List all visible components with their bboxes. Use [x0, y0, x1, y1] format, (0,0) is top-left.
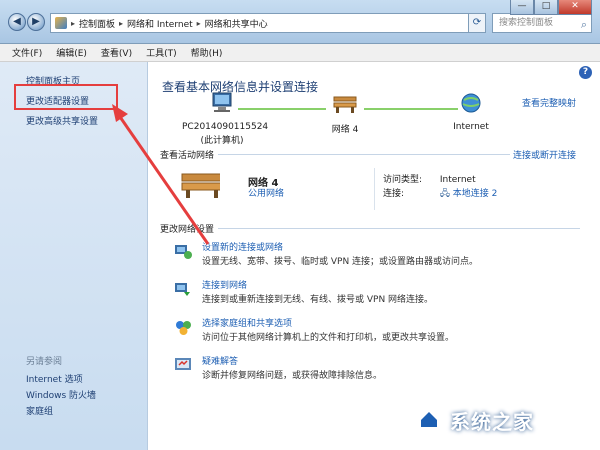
connection-label: 连接:: [383, 189, 405, 199]
task-description: 访问位于其他网络计算机上的文件和打印机，或更改共享设置。: [202, 333, 455, 343]
connection-row: 连接: 🖧 本地连接 2: [383, 186, 497, 202]
forward-button[interactable]: ▶: [27, 13, 45, 31]
close-button[interactable]: ✕: [558, 0, 592, 15]
bench-icon: [181, 173, 220, 198]
connection-line: [238, 108, 326, 110]
task-title[interactable]: 疑难解答: [202, 354, 238, 367]
control-panel-icon: [55, 17, 67, 29]
task-description: 设置无线、宽带、拨号、临时或 VPN 连接；或设置路由器或访问点。: [202, 257, 479, 267]
diagram-internet-label: Internet: [453, 122, 489, 132]
menu-file[interactable]: 文件(F): [12, 46, 42, 59]
section-divider: [218, 154, 510, 155]
back-button[interactable]: ◀: [8, 13, 26, 31]
watermark-text: 系统之家: [450, 410, 534, 434]
menu-view[interactable]: 查看(V): [101, 46, 132, 59]
highlight-box: [14, 84, 118, 110]
access-type-value: Internet: [439, 175, 476, 185]
globe-icon[interactable]: [460, 92, 482, 114]
connect-network-icon: [175, 283, 190, 296]
connection-line: [364, 108, 458, 110]
refresh-button[interactable]: ⟳: [468, 13, 486, 33]
access-type-label: 访问类型:: [383, 175, 423, 185]
computer-name: PC2014090115524: [182, 122, 269, 132]
bench-icon[interactable]: [332, 92, 358, 114]
help-icon[interactable]: ?: [579, 66, 592, 79]
homegroup-icon: [176, 321, 191, 335]
sidebar-item-firewall[interactable]: Windows 防火墙: [26, 388, 96, 401]
troubleshoot-icon: [175, 358, 191, 370]
adapter-icon: 🖧: [439, 189, 450, 199]
breadcrumb-network-internet[interactable]: 网络和 Internet: [127, 17, 193, 30]
address-bar[interactable]: ▸ 控制面板 ▸ 网络和 Internet ▸ 网络和共享中心: [50, 13, 470, 33]
connect-disconnect-link[interactable]: 连接或断开连接: [513, 148, 576, 161]
search-icon[interactable]: ⌕: [581, 16, 587, 34]
active-network-panel: 网络 4 公用网络 访问类型: Internet 连接: 🖧 本地连接 2: [168, 162, 578, 212]
local-connection-link[interactable]: 本地连接 2: [453, 189, 498, 199]
task-title[interactable]: 连接到网络: [202, 278, 247, 291]
breadcrumb-separator: ▸: [119, 18, 124, 28]
title-bar: ◀ ▶ ▸ 控制面板 ▸ 网络和 Internet ▸ 网络和共享中心 ⟳ 搜索…: [0, 0, 600, 44]
computer-icon[interactable]: [210, 92, 234, 114]
maximize-button[interactable]: □: [534, 0, 558, 15]
section-divider: [218, 228, 580, 229]
breadcrumb-separator: ▸: [71, 18, 76, 28]
task-title[interactable]: 选择家庭组和共享选项: [202, 316, 292, 329]
window-controls: — □ ✕: [510, 0, 592, 15]
menu-help[interactable]: 帮助(H): [191, 46, 223, 59]
breadcrumb-separator: ▸: [196, 18, 201, 28]
vertical-divider: [374, 168, 375, 210]
minimize-button[interactable]: —: [510, 0, 534, 15]
sidebar-item-advanced-sharing[interactable]: 更改高级共享设置: [26, 114, 98, 127]
breadcrumb-control-panel[interactable]: 控制面板: [79, 17, 115, 30]
network-setup-icon: [175, 245, 192, 259]
sidebar-item-internet-options[interactable]: Internet 选项: [26, 372, 83, 385]
active-networks-header: 查看活动网络: [160, 151, 215, 161]
computer-note: (此计算机): [200, 136, 244, 146]
main-content: ? 查看基本网络信息并设置连接 查看完整映射 PC2014090115524 (…: [148, 62, 600, 450]
network-diagram: PC2014090115524 (此计算机) 网络 4 Internet: [162, 92, 502, 152]
sidebar-item-homegroup[interactable]: 家庭组: [26, 404, 53, 417]
sidebar: 控制面板主页 更改适配器设置 更改高级共享设置 另请参阅 Internet 选项…: [0, 62, 148, 450]
see-also-label: 另请参阅: [26, 357, 63, 367]
task-description: 诊断并修复网络问题，或获得故障排除信息。: [202, 371, 383, 381]
menu-bar: 文件(F) 编辑(E) 查看(V) 工具(T) 帮助(H): [0, 44, 600, 62]
task-title[interactable]: 设置新的连接或网络: [202, 240, 283, 253]
search-placeholder: 搜索控制面板: [499, 18, 554, 28]
diagram-network-label: 网络 4: [331, 125, 359, 135]
breadcrumb-network-center[interactable]: 网络和共享中心: [205, 17, 268, 30]
change-settings-header: 更改网络设置: [160, 225, 215, 235]
search-input[interactable]: 搜索控制面板 ⌕: [492, 13, 592, 33]
menu-tools[interactable]: 工具(T): [146, 46, 177, 59]
full-map-link[interactable]: 查看完整映射: [522, 96, 576, 109]
menu-edit[interactable]: 编辑(E): [56, 46, 87, 59]
network-type-link[interactable]: 公用网络: [248, 186, 284, 199]
task-description: 连接到或重新连接到无线、有线、拨号或 VPN 网络连接。: [202, 295, 434, 305]
watermark-logo: [414, 404, 444, 434]
access-type-row: 访问类型: Internet: [383, 172, 476, 185]
